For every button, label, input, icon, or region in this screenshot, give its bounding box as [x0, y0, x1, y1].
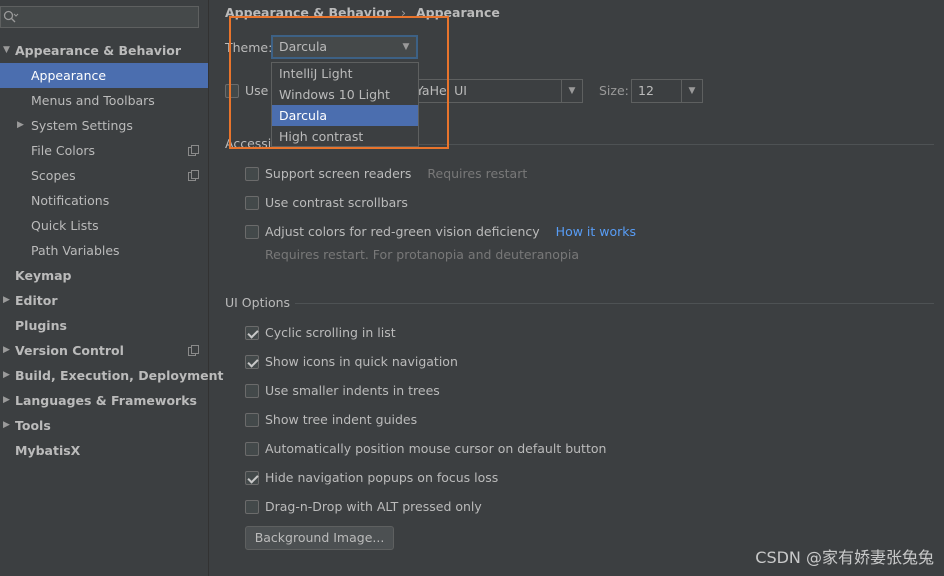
hide-nav-popups-checkbox[interactable]: [245, 471, 259, 485]
sidebar-item-path-variables[interactable]: Path Variables: [0, 238, 208, 263]
screen-readers-checkbox[interactable]: [245, 167, 259, 181]
cyclic-scrolling-checkbox[interactable]: [245, 326, 259, 340]
sidebar-item-plugins[interactable]: Plugins: [0, 313, 208, 338]
project-copy-icon: [188, 170, 199, 181]
contrast-scrollbars-label: Use contrast scrollbars: [265, 195, 408, 210]
search-icon: [3, 10, 19, 23]
font-size-label: Size:: [599, 83, 629, 98]
chevron-right-icon: ▶: [3, 395, 10, 405]
sidebar-item-menus-toolbars[interactable]: Menus and Toolbars: [0, 88, 208, 113]
color-deficiency-note: Requires restart. For protanopia and deu…: [265, 247, 579, 262]
chevron-down-icon: ▼: [561, 80, 582, 102]
sidebar-item-appearance-behavior[interactable]: ▼ Appearance & Behavior: [0, 38, 208, 63]
screen-readers-label: Support screen readers Requires restart: [265, 166, 528, 181]
hide-nav-popups-label: Hide navigation popups on focus loss: [265, 470, 499, 485]
sidebar-item-system-settings[interactable]: ▶ System Settings: [0, 113, 208, 138]
cyclic-scrolling-label: Cyclic scrolling in list: [265, 325, 396, 340]
sidebar-item-scopes[interactable]: Scopes: [0, 163, 208, 188]
chevron-down-icon: ▼: [3, 45, 10, 55]
auto-mouse-cursor-checkbox[interactable]: [245, 442, 259, 456]
sidebar-item-mybatisx[interactable]: MybatisX: [0, 438, 208, 463]
contrast-scrollbars-checkbox[interactable]: [245, 196, 259, 210]
requires-restart-hint: Requires restart: [427, 166, 528, 181]
search-input[interactable]: [0, 6, 199, 28]
highlight-annotation-box: [229, 16, 449, 149]
project-copy-icon: [188, 145, 199, 156]
sidebar-item-file-colors[interactable]: File Colors: [0, 138, 208, 163]
project-copy-icon: [188, 345, 199, 356]
quick-nav-icons-label: Show icons in quick navigation: [265, 354, 458, 369]
color-deficiency-checkbox[interactable]: [245, 225, 259, 239]
drag-drop-alt-label: Drag-n-Drop with ALT pressed only: [265, 499, 482, 514]
chevron-right-icon: ▶: [3, 420, 10, 430]
sidebar-item-build-execution-deployment[interactable]: ▶ Build, Execution, Deployment: [0, 363, 223, 388]
font-size-value: 12: [638, 83, 654, 98]
sidebar-item-keymap[interactable]: Keymap: [0, 263, 208, 288]
how-it-works-link[interactable]: How it works: [556, 224, 636, 239]
sidebar-item-appearance[interactable]: Appearance: [0, 63, 208, 88]
indent-guides-checkbox[interactable]: [245, 413, 259, 427]
smaller-indents-checkbox[interactable]: [245, 384, 259, 398]
chevron-right-icon: ▶: [17, 120, 24, 130]
indent-guides-label: Show tree indent guides: [265, 412, 418, 427]
color-deficiency-label: Adjust colors for red-green vision defic…: [265, 224, 637, 239]
auto-mouse-cursor-label: Automatically position mouse cursor on d…: [265, 441, 607, 456]
section-divider: [295, 303, 934, 304]
chevron-right-icon: ▶: [3, 370, 10, 380]
chevron-right-icon: ▶: [3, 295, 10, 305]
sidebar-item-version-control[interactable]: ▶ Version Control: [0, 338, 208, 363]
settings-content: Appearance & Behavior › Appearance Theme…: [209, 0, 944, 576]
sidebar-item-quick-lists[interactable]: Quick Lists: [0, 213, 208, 238]
sidebar-item-editor[interactable]: ▶ Editor: [0, 288, 208, 313]
sidebar-item-languages-frameworks[interactable]: ▶ Languages & Frameworks: [0, 388, 208, 413]
quick-nav-icons-checkbox[interactable]: [245, 355, 259, 369]
background-image-button[interactable]: Background Image...: [245, 526, 394, 550]
watermark: CSDN @家有娇妻张兔兔: [755, 548, 934, 567]
chevron-down-icon: ▼: [681, 80, 702, 102]
drag-drop-alt-checkbox[interactable]: [245, 500, 259, 514]
ui-options-section-title: UI Options: [225, 295, 291, 310]
sidebar-item-notifications[interactable]: Notifications: [0, 188, 208, 213]
smaller-indents-label: Use smaller indents in trees: [265, 383, 440, 398]
settings-sidebar: ▼ Appearance & Behavior Appearance Menus…: [0, 0, 223, 576]
chevron-right-icon: ▶: [3, 345, 10, 355]
font-size-dropdown[interactable]: 12 ▼: [631, 79, 703, 103]
sidebar-item-tools[interactable]: ▶ Tools: [0, 413, 208, 438]
